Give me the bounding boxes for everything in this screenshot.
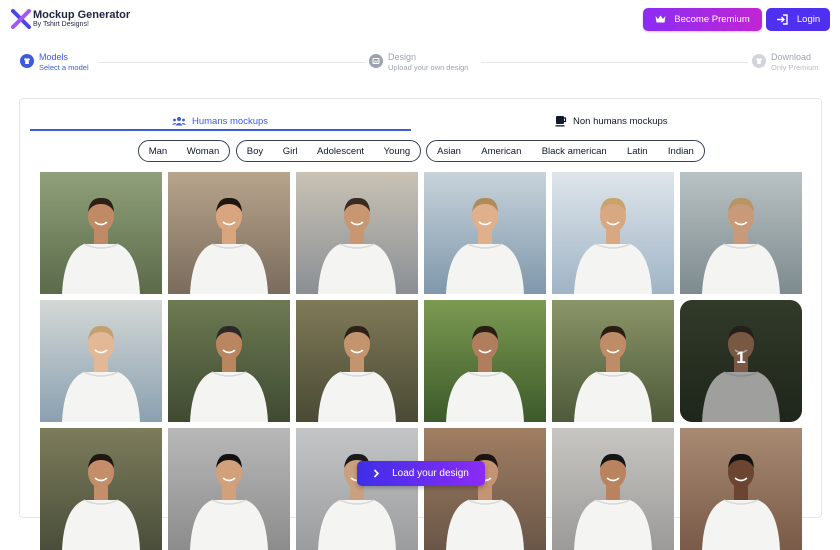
mockup-photo xyxy=(40,300,162,422)
mockup-photo xyxy=(424,172,546,294)
filter-girl[interactable]: Girl xyxy=(283,146,298,157)
step-design-icon xyxy=(369,54,383,68)
mockup-photo xyxy=(680,428,802,550)
filter-indian[interactable]: Indian xyxy=(668,146,694,157)
mockup-thumbnail-man-city-blond[interactable] xyxy=(40,300,162,422)
step-connector xyxy=(98,62,366,63)
load-your-design-button[interactable]: Load your design xyxy=(357,461,485,486)
mockup-thumbnail-man-concrete[interactable] xyxy=(552,428,674,550)
filter-asian[interactable]: Asian xyxy=(437,146,461,157)
step-models-icon xyxy=(20,54,34,68)
selected-count-badge: 1 xyxy=(736,348,746,367)
mockup-thumbnail-man-rooftop-city[interactable] xyxy=(424,172,546,294)
tab-non-humans-label: Non humans mockups xyxy=(573,115,668,127)
filter-man[interactable]: Man xyxy=(149,146,167,157)
step-design-subtitle: Upload your own design xyxy=(388,63,469,72)
mockup-thumbnail-man-glasses-wall[interactable] xyxy=(168,428,290,550)
mockup-thumbnail-man-woods-selected[interactable]: 1 xyxy=(680,300,802,422)
mockup-thumbnail-man-woods-beard[interactable] xyxy=(552,300,674,422)
mockup-thumbnail-man-street-smiling[interactable] xyxy=(296,172,418,294)
filter-adolescent[interactable]: Adolescent xyxy=(317,146,364,157)
top-bar: Mockup Generator By Tshirt Designs! Beco… xyxy=(0,0,840,44)
mockup-thumbnail-man-garden[interactable] xyxy=(424,300,546,422)
mockup-thumbnail-man-balcony[interactable] xyxy=(552,172,674,294)
mockup-photo xyxy=(552,172,674,294)
mockup-photo xyxy=(168,172,290,294)
mockup-photo xyxy=(40,428,162,550)
step-design-title: Design xyxy=(388,52,417,62)
step-models-title: Models xyxy=(39,52,69,62)
active-tab-underline xyxy=(30,129,411,131)
mockup-thumbnail-boy-street[interactable] xyxy=(168,172,290,294)
filter-group-gender: Man Woman xyxy=(138,140,230,162)
tab-humans-label: Humans mockups xyxy=(192,115,269,127)
filter-group-age: Boy Girl Adolescent Young xyxy=(236,140,421,162)
crown-icon xyxy=(655,15,666,23)
people-icon xyxy=(172,117,186,126)
filter-group-ethnicity: Asian American Black american Latin Indi… xyxy=(426,140,705,162)
step-download-title: Download xyxy=(771,52,812,62)
mockup-thumbnail-man-grey-wall[interactable] xyxy=(296,428,418,550)
chevron-right-icon xyxy=(374,469,380,478)
mockup-photo xyxy=(40,172,162,294)
filter-boy[interactable]: Boy xyxy=(247,146,263,157)
mockup-thumbnail-man-forest-bald[interactable] xyxy=(168,300,290,422)
mockup-thumbnail-man-forest[interactable] xyxy=(296,300,418,422)
step-download-subtitle: Only Premium xyxy=(771,63,819,72)
mockup-photo xyxy=(552,300,674,422)
login-button[interactable]: Login xyxy=(766,8,830,31)
step-download-icon xyxy=(752,54,766,68)
tab-non-humans-mockups[interactable]: Non humans mockups xyxy=(555,112,668,130)
become-premium-button[interactable]: Become Premium xyxy=(643,8,762,31)
filter-woman[interactable]: Woman xyxy=(187,146,220,157)
mockup-photo xyxy=(424,300,546,422)
brand-title: Mockup Generator xyxy=(33,9,131,21)
mockup-photo xyxy=(296,428,418,550)
login-label: Login xyxy=(796,14,821,25)
mockup-thumbnail-man-railing[interactable] xyxy=(680,172,802,294)
mockup-photo xyxy=(168,428,290,550)
step-connector xyxy=(481,62,748,63)
mockup-thumbnail-man-brick[interactable] xyxy=(680,428,802,550)
coffee-mug-icon xyxy=(555,116,567,127)
mockup-photo xyxy=(424,428,546,550)
logo-icon xyxy=(11,9,31,29)
mockup-thumbnail-man-woods-curly[interactable] xyxy=(40,428,162,550)
mockup-photo xyxy=(296,300,418,422)
mockup-photo xyxy=(168,300,290,422)
load-your-design-label: Load your design xyxy=(392,468,469,479)
mockup-photo xyxy=(296,172,418,294)
filter-young[interactable]: Young xyxy=(384,146,411,157)
mockup-photo xyxy=(680,172,802,294)
mockup-thumbnail-boy-arms-out[interactable] xyxy=(40,172,162,294)
login-icon xyxy=(776,14,788,25)
brand-subtitle: By Tshirt Designs! xyxy=(33,21,89,28)
mockup-photo xyxy=(552,428,674,550)
become-premium-label: Become Premium xyxy=(674,14,750,25)
step-models-subtitle: Select a model xyxy=(39,63,89,72)
tab-humans-mockups[interactable]: Humans mockups xyxy=(172,112,268,130)
mockup-thumbnail-man-street-glasses[interactable] xyxy=(424,428,546,550)
filter-black-american[interactable]: Black american xyxy=(542,146,607,157)
filter-latin[interactable]: Latin xyxy=(627,146,648,157)
filter-american[interactable]: American xyxy=(481,146,521,157)
